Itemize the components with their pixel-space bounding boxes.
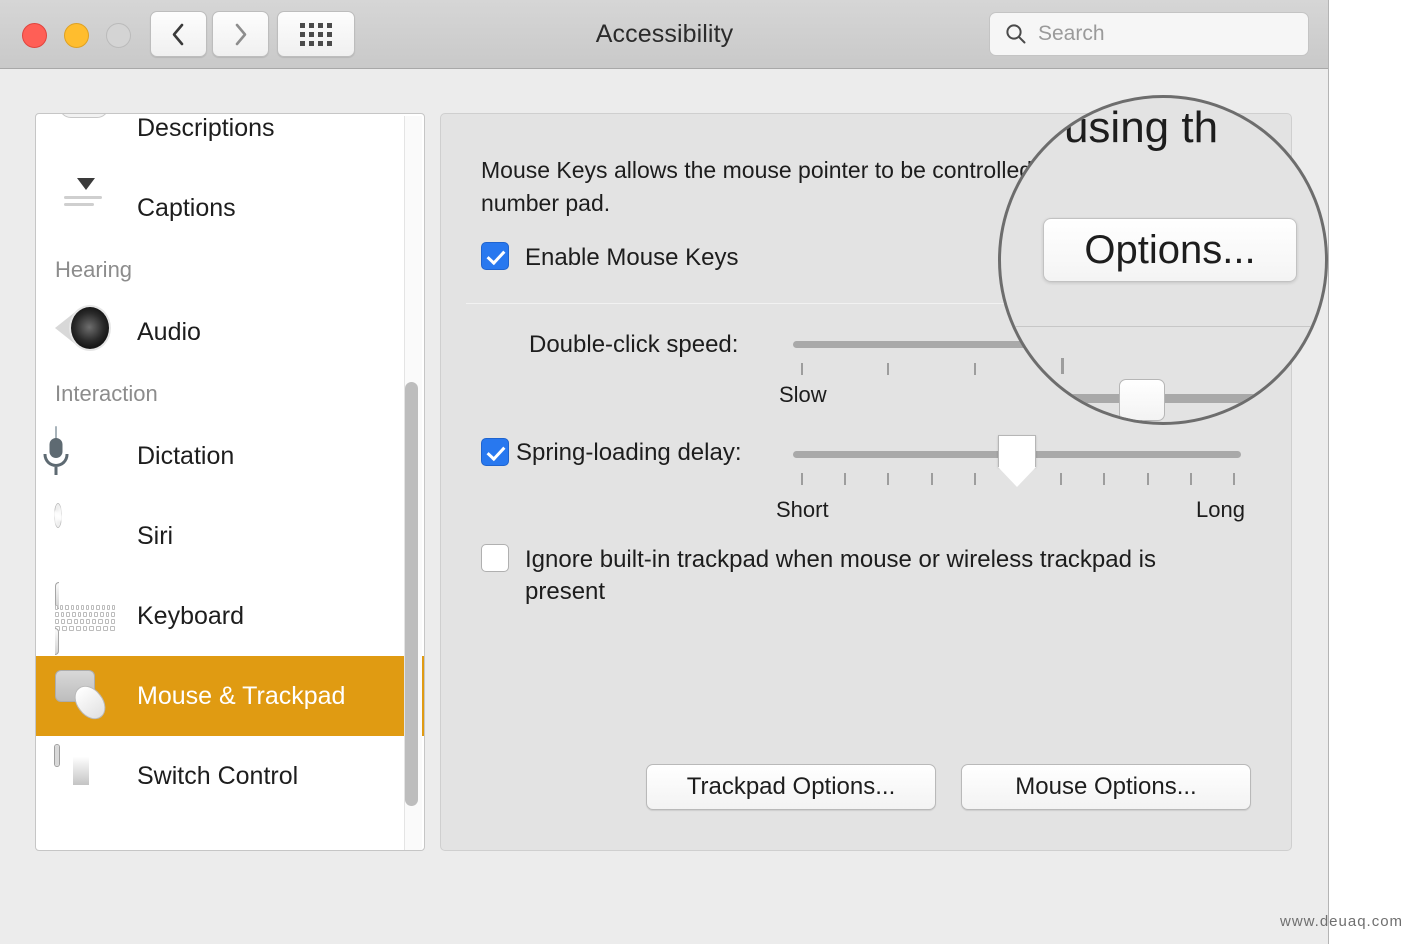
double-click-speed-label: Double-click speed: xyxy=(529,331,739,358)
sidebar-item-descriptions[interactable]: Descriptions xyxy=(36,113,424,168)
sidebar-list: Descriptions Captions Hearing Audio Inte… xyxy=(36,113,424,816)
keyboard-icon xyxy=(55,582,116,655)
sidebar-scrollbar-thumb[interactable] xyxy=(405,382,418,806)
switch-control-icon xyxy=(55,745,115,805)
accessibility-sidebar: Descriptions Captions Hearing Audio Inte… xyxy=(35,113,425,851)
double-click-speed-min-label: Slow xyxy=(779,382,827,407)
magnified-options-button[interactable]: Options... xyxy=(1043,218,1297,282)
magnified-divider xyxy=(1001,326,1325,327)
sidebar-item-captions[interactable]: Captions xyxy=(36,168,424,248)
spring-loading-delay-min-label: Short xyxy=(776,497,829,522)
magnified-tick xyxy=(1061,358,1064,374)
sidebar-item-switch-control[interactable]: Switch Control xyxy=(36,736,424,816)
sidebar-group-interaction: Interaction xyxy=(55,381,158,406)
magnifier-clipped-text: led using th xyxy=(998,103,1219,152)
sidebar-scrollbar[interactable] xyxy=(404,116,422,850)
spring-loading-delay-thumb[interactable] xyxy=(998,435,1036,467)
screenshot-root: Accessibility Search Descriptions Captio… xyxy=(0,0,1415,944)
descriptions-icon xyxy=(55,114,115,157)
sidebar-item-label: Captions xyxy=(137,193,236,222)
sidebar-item-label: Dictation xyxy=(137,441,235,470)
spring-loading-delay-checkbox[interactable] xyxy=(481,438,509,466)
search-icon xyxy=(1006,24,1026,44)
sidebar-group-hearing: Hearing xyxy=(55,257,133,282)
search-field[interactable]: Search xyxy=(989,12,1309,56)
enable-mouse-keys-label: Enable Mouse Keys xyxy=(525,244,739,271)
captions-icon xyxy=(55,178,115,237)
dictation-icon xyxy=(43,426,115,485)
ignore-trackpad-row[interactable]: Ignore built-in trackpad when mouse or w… xyxy=(481,544,1221,608)
sidebar-item-label: Descriptions xyxy=(137,113,275,142)
sidebar-item-label: Switch Control xyxy=(137,761,299,790)
audio-icon xyxy=(55,303,115,361)
sidebar-item-label: Keyboard xyxy=(137,601,245,630)
sidebar-item-dictation[interactable]: Dictation xyxy=(36,416,424,496)
search-placeholder: Search xyxy=(1038,22,1105,45)
mouse-trackpad-icon xyxy=(55,667,115,726)
spring-loading-delay-label: Spring-loading delay: xyxy=(516,439,742,466)
enable-mouse-keys-row[interactable]: Enable Mouse Keys xyxy=(481,242,738,274)
spring-loading-delay-max-label: Long xyxy=(1196,497,1245,522)
ignore-trackpad-checkbox[interactable] xyxy=(481,544,509,572)
sidebar-item-label: Mouse & Trackpad xyxy=(137,681,346,710)
mouse-options-button[interactable]: Mouse Options... xyxy=(961,764,1251,810)
trackpad-options-button[interactable]: Trackpad Options... xyxy=(646,764,936,810)
ignore-trackpad-label: Ignore built-in trackpad when mouse or w… xyxy=(525,546,1156,605)
sidebar-item-siri[interactable]: Siri xyxy=(36,496,424,576)
watermark: www.deuaq.com xyxy=(1280,913,1404,930)
magnified-slider-thumb xyxy=(1119,379,1165,421)
siri-icon xyxy=(55,504,115,565)
sidebar-item-mouse-trackpad[interactable]: Mouse & Trackpad xyxy=(36,656,424,736)
enable-mouse-keys-checkbox[interactable] xyxy=(481,242,509,270)
sidebar-item-keyboard[interactable]: Keyboard xyxy=(36,576,424,656)
sidebar-item-label: Siri xyxy=(137,521,174,550)
magnifier-overlay: led using th Options... xyxy=(998,95,1328,425)
sidebar-item-label: Audio xyxy=(137,317,201,346)
sidebar-item-audio[interactable]: Audio xyxy=(36,292,424,372)
window-titlebar: Accessibility Search xyxy=(0,0,1328,69)
